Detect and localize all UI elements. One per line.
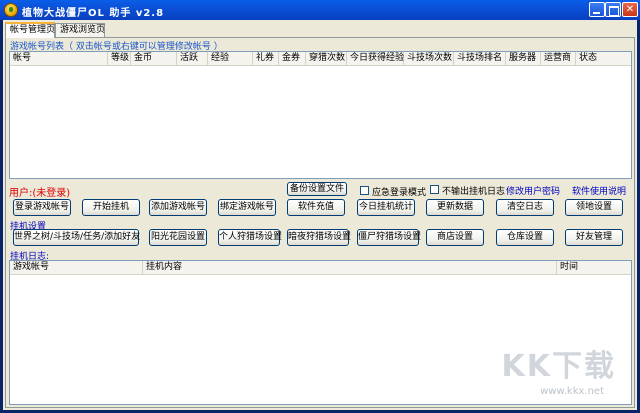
watermark-logo: KK下载 — [501, 349, 616, 384]
col-server[interactable]: 服务器 — [506, 52, 541, 66]
client-area: 帐号管理页 游戏浏览页 游戏帐号列表（ 双击帐号或右键可以管理修改帐号 ） 帐号… — [3, 20, 637, 410]
account-list-header: 帐号 等级 金币 活跃 经验 礼券 金券 穿猎次数 今日获得经验 斗技场次数 斗… — [10, 52, 631, 66]
col-activity[interactable]: 活跃 — [177, 52, 208, 66]
dark-hunt-button[interactable]: 暗夜狩猎场设置 — [287, 229, 351, 246]
change-password-link[interactable]: 修改用户密码 — [506, 184, 560, 197]
window-title: 植物大战僵尸OL 助手 v2.8 — [22, 8, 165, 19]
tab-game-browse[interactable]: 游戏浏览页 — [55, 23, 105, 37]
log-list-header: 游戏帐号 挂机内容 时间 — [10, 261, 631, 275]
col-arena-rank[interactable]: 斗技场排名 — [454, 52, 506, 66]
manual-link[interactable]: 软件使用说明 — [572, 184, 626, 197]
col-level[interactable]: 等级 — [108, 52, 131, 66]
minimize-icon[interactable] — [589, 2, 605, 17]
col-log-account[interactable]: 游戏帐号 — [10, 261, 143, 275]
maximize-icon[interactable] — [605, 2, 621, 17]
today-stats-button[interactable]: 今日挂机统计 — [357, 199, 415, 216]
zombie-hunt-button[interactable]: 僵尸狩猎场设置 — [357, 229, 421, 246]
territory-settings-button[interactable]: 领地设置 — [565, 199, 623, 216]
recharge-button[interactable]: 软件充值 — [287, 199, 345, 216]
bind-account-button[interactable]: 绑定游戏帐号 — [218, 199, 276, 216]
user-status: 用户:(未登录) — [9, 188, 71, 199]
no-log-checkbox[interactable] — [430, 185, 439, 194]
shop-settings-button[interactable]: 商店设置 — [426, 229, 484, 246]
col-today-exp[interactable]: 今日获得经验 — [347, 52, 404, 66]
emergency-login-label: 应急登录模式 — [372, 188, 427, 198]
world-tree-arena-button[interactable]: 世界之树/斗技场/任务/添加好友 — [13, 229, 140, 246]
col-log-content[interactable]: 挂机内容 — [143, 261, 557, 275]
tab-page-account-manage: 游戏帐号列表（ 双击帐号或右键可以管理修改帐号 ） 帐号 等级 金币 活跃 经验… — [5, 37, 635, 408]
title-bar[interactable]: 植物大战僵尸OL 助手 v2.8 ✕ — [0, 0, 640, 20]
backup-settings-button[interactable]: 备份设置文件 — [287, 182, 347, 196]
col-gift-coupon[interactable]: 礼券 — [253, 52, 279, 66]
friend-manage-button[interactable]: 好友管理 — [565, 229, 623, 246]
app-window: 植物大战僵尸OL 助手 v2.8 ✕ 帐号管理页 游戏浏览页 游戏帐号列表（ 双… — [0, 0, 640, 413]
sun-garden-button[interactable]: 阳光花园设置 — [149, 229, 207, 246]
no-log-label: 不输出挂机日志 — [442, 187, 506, 197]
add-account-button[interactable]: 添加游戏帐号 — [149, 199, 207, 216]
col-arena-count[interactable]: 斗技场次数 — [404, 52, 454, 66]
emergency-login-checkbox[interactable] — [360, 186, 369, 195]
col-gold-coupon[interactable]: 金券 — [279, 52, 306, 66]
start-hangup-button[interactable]: 开始挂机 — [82, 199, 140, 216]
watermark-url: www.kkx.net — [540, 386, 604, 397]
col-exp[interactable]: 经验 — [208, 52, 253, 66]
login-account-button[interactable]: 登录游戏帐号 — [13, 199, 71, 216]
personal-hunt-button[interactable]: 个人狩猎场设置 — [218, 229, 282, 246]
close-icon[interactable]: ✕ — [622, 2, 638, 17]
col-gold[interactable]: 金币 — [131, 52, 177, 66]
col-hunt-count[interactable]: 穿猎次数 — [306, 52, 347, 66]
col-log-time[interactable]: 时间 — [557, 261, 631, 275]
app-icon — [4, 3, 18, 17]
warehouse-settings-button[interactable]: 仓库设置 — [496, 229, 554, 246]
update-data-button[interactable]: 更新数据 — [426, 199, 484, 216]
col-operator[interactable]: 运营商 — [541, 52, 576, 66]
col-account[interactable]: 帐号 — [10, 52, 108, 66]
col-status[interactable]: 状态 — [576, 52, 631, 66]
account-list[interactable]: 帐号 等级 金币 活跃 经验 礼券 金券 穿猎次数 今日获得经验 斗技场次数 斗… — [9, 51, 632, 179]
tab-account-manage[interactable]: 帐号管理页 — [5, 22, 55, 38]
clear-log-button[interactable]: 清空日志 — [496, 199, 554, 216]
